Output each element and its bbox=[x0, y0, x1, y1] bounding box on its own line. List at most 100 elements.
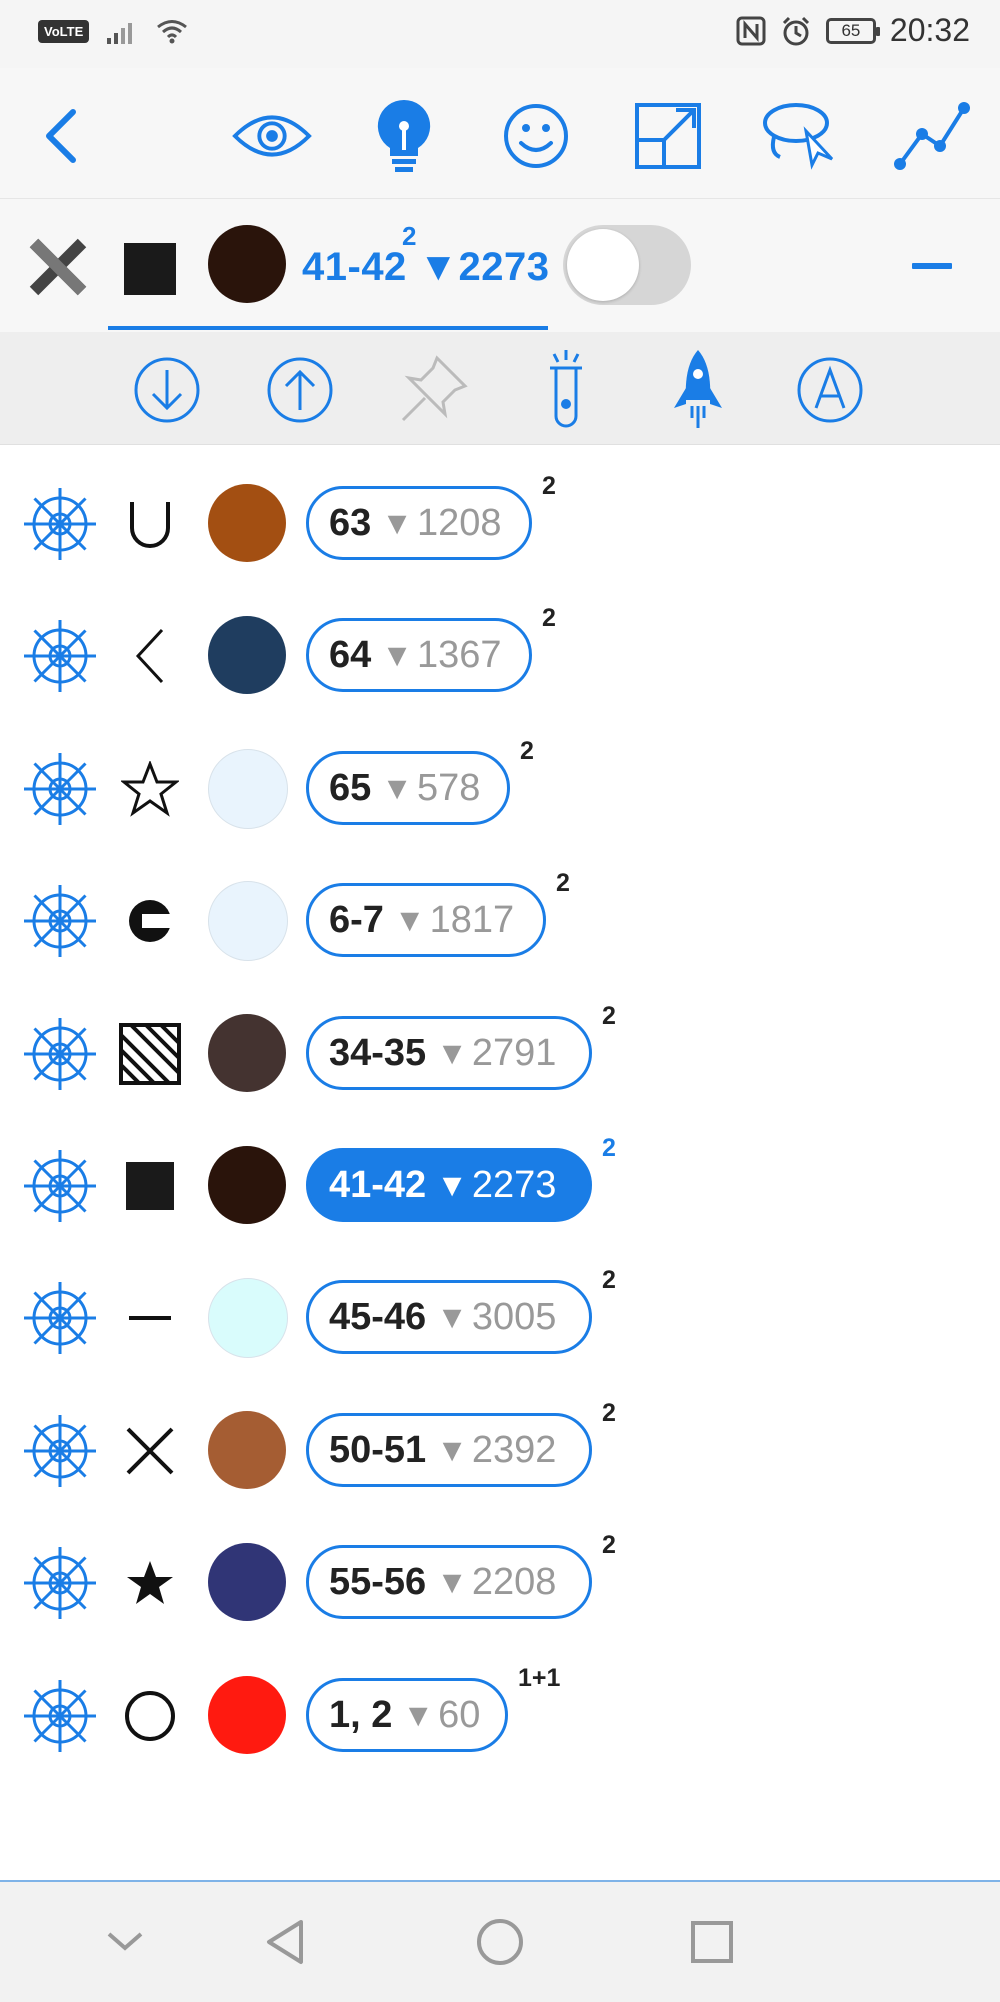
graph-icon[interactable] bbox=[892, 96, 972, 176]
selected-underline bbox=[108, 326, 548, 330]
arrow-down-circle-icon[interactable] bbox=[127, 350, 207, 430]
chevron-down-icon[interactable] bbox=[95, 1912, 155, 1972]
marker-label-pill[interactable]: 55-56 ▼ 2208 bbox=[306, 1545, 592, 1619]
selected-label[interactable]: 41-42 ▼2273 bbox=[302, 245, 550, 290]
collapse-minus-button[interactable] bbox=[912, 263, 952, 269]
half-circle-icon[interactable] bbox=[112, 891, 188, 951]
helm-wheel-icon[interactable] bbox=[20, 1014, 100, 1094]
list-item[interactable]: 63 ▼ 1208 2 bbox=[0, 458, 1000, 590]
visibility-toggle[interactable] bbox=[563, 225, 691, 305]
filled-square-icon[interactable] bbox=[112, 1156, 188, 1216]
lasso-icon[interactable] bbox=[760, 96, 840, 176]
marker-label-pill[interactable]: 6-7 ▼ 1817 bbox=[306, 883, 546, 957]
rocket-icon[interactable] bbox=[658, 350, 738, 430]
list-item[interactable]: 64 ▼ 1367 2 bbox=[0, 590, 1000, 722]
helm-wheel-icon[interactable] bbox=[20, 1543, 100, 1623]
battery-level: 65 bbox=[841, 20, 861, 40]
hatched-square-icon[interactable] bbox=[112, 1023, 188, 1085]
list-item[interactable]: 45-46 ▼ 3005 2 bbox=[0, 1252, 1000, 1384]
chevron-left-icon[interactable] bbox=[112, 626, 188, 686]
marker-label-pill[interactable]: 65 ▼ 578 bbox=[306, 751, 510, 825]
cup-icon[interactable] bbox=[112, 494, 188, 554]
nfc-icon bbox=[736, 16, 766, 45]
nav-back-icon[interactable] bbox=[255, 1912, 315, 1972]
star-filled-icon[interactable] bbox=[112, 1553, 188, 1613]
marker-label-pill[interactable]: 41-42 ▼ 2273 bbox=[306, 1148, 592, 1222]
helm-wheel-icon[interactable] bbox=[20, 881, 100, 961]
marker-superscript: 2 bbox=[602, 1002, 616, 1030]
alarm-icon bbox=[782, 16, 809, 45]
marker-superscript: 2 bbox=[602, 1399, 616, 1427]
color-swatch[interactable] bbox=[208, 1411, 286, 1489]
down-triangle-icon: ▼ bbox=[436, 1431, 468, 1468]
color-swatch[interactable] bbox=[208, 484, 286, 562]
top-toolbar bbox=[0, 68, 1000, 198]
pin-icon[interactable] bbox=[393, 350, 473, 430]
expand-icon[interactable] bbox=[628, 96, 708, 176]
arrow-up-circle-icon[interactable] bbox=[260, 350, 340, 430]
marker-count: 2208 bbox=[471, 1560, 557, 1603]
color-swatch[interactable] bbox=[208, 1543, 286, 1621]
lightbulb-icon[interactable] bbox=[364, 96, 444, 176]
list-item[interactable]: 1, 2 ▼ 60 1+1 bbox=[0, 1650, 1000, 1782]
nav-recents-icon[interactable] bbox=[682, 1912, 742, 1972]
test-tube-icon[interactable] bbox=[526, 350, 606, 430]
status-bar: VoLTE 65 20:32 bbox=[0, 0, 1000, 68]
marker-name: 6-7 bbox=[329, 898, 384, 941]
down-triangle-icon: ▼ bbox=[436, 1563, 468, 1600]
selected-symbol[interactable] bbox=[124, 243, 176, 295]
helm-wheel-icon[interactable] bbox=[20, 484, 100, 564]
marker-name: 65 bbox=[329, 766, 372, 809]
back-icon[interactable] bbox=[22, 96, 102, 176]
marker-label-pill[interactable]: 63 ▼ 1208 bbox=[306, 486, 532, 560]
marker-label-pill[interactable]: 34-35 ▼ 2791 bbox=[306, 1016, 592, 1090]
star-outline-icon[interactable] bbox=[112, 759, 188, 819]
letter-a-circle-icon[interactable] bbox=[790, 350, 870, 430]
list-item[interactable]: 6-7 ▼ 1817 2 bbox=[0, 855, 1000, 987]
marker-superscript: 2 bbox=[602, 1531, 616, 1559]
nav-home-icon[interactable] bbox=[470, 1912, 530, 1972]
color-swatch[interactable] bbox=[208, 1146, 286, 1224]
helm-wheel-icon[interactable] bbox=[20, 1146, 100, 1226]
list-item[interactable]: 50-51 ▼ 2392 2 bbox=[0, 1385, 1000, 1517]
toggle-knob bbox=[567, 229, 639, 301]
down-triangle-icon: ▼ bbox=[436, 1166, 468, 1203]
helm-wheel-icon[interactable] bbox=[20, 1278, 100, 1358]
clock: 20:32 bbox=[889, 12, 970, 48]
marker-count: 2791 bbox=[471, 1031, 557, 1074]
list-item[interactable]: 41-42 ▼ 2273 2 bbox=[0, 1120, 1000, 1252]
eye-icon[interactable] bbox=[232, 96, 312, 176]
close-icon[interactable] bbox=[28, 237, 88, 297]
marker-count: 2392 bbox=[471, 1428, 557, 1471]
battery-icon: 65 bbox=[825, 17, 880, 44]
helm-wheel-icon[interactable] bbox=[20, 616, 100, 696]
color-swatch[interactable] bbox=[208, 1014, 286, 1092]
list-item[interactable]: 65 ▼ 578 2 bbox=[0, 723, 1000, 855]
color-swatch[interactable] bbox=[208, 881, 288, 961]
marker-label-pill[interactable]: 1, 2 ▼ 60 bbox=[306, 1678, 508, 1752]
helm-wheel-icon[interactable] bbox=[20, 1411, 100, 1491]
circle-outline-icon[interactable] bbox=[112, 1686, 188, 1746]
signal-icon bbox=[107, 23, 133, 44]
marker-label-pill[interactable]: 50-51 ▼ 2392 bbox=[306, 1413, 592, 1487]
cross-icon[interactable] bbox=[112, 1421, 188, 1481]
color-swatch[interactable] bbox=[208, 616, 286, 694]
selected-color-swatch[interactable] bbox=[208, 225, 286, 303]
down-triangle-icon: ▼ bbox=[418, 245, 459, 289]
helm-wheel-icon[interactable] bbox=[20, 749, 100, 829]
list-item[interactable]: 34-35 ▼ 2791 2 bbox=[0, 988, 1000, 1120]
color-swatch[interactable] bbox=[208, 1676, 286, 1754]
marker-label-pill[interactable]: 64 ▼ 1367 bbox=[306, 618, 532, 692]
dash-icon[interactable] bbox=[112, 1288, 188, 1348]
smiley-icon[interactable] bbox=[496, 96, 576, 176]
marker-count: 2273 bbox=[471, 1163, 557, 1206]
color-swatch[interactable] bbox=[208, 1278, 288, 1358]
list-item[interactable]: 55-56 ▼ 2208 2 bbox=[0, 1517, 1000, 1649]
selected-count: 2273 bbox=[458, 245, 550, 289]
marker-label-pill[interactable]: 45-46 ▼ 3005 bbox=[306, 1280, 592, 1354]
marker-name: 34-35 bbox=[329, 1031, 427, 1074]
marker-count: 578 bbox=[416, 766, 481, 809]
color-swatch[interactable] bbox=[208, 749, 288, 829]
marker-superscript: 2 bbox=[520, 737, 534, 765]
helm-wheel-icon[interactable] bbox=[20, 1676, 100, 1756]
